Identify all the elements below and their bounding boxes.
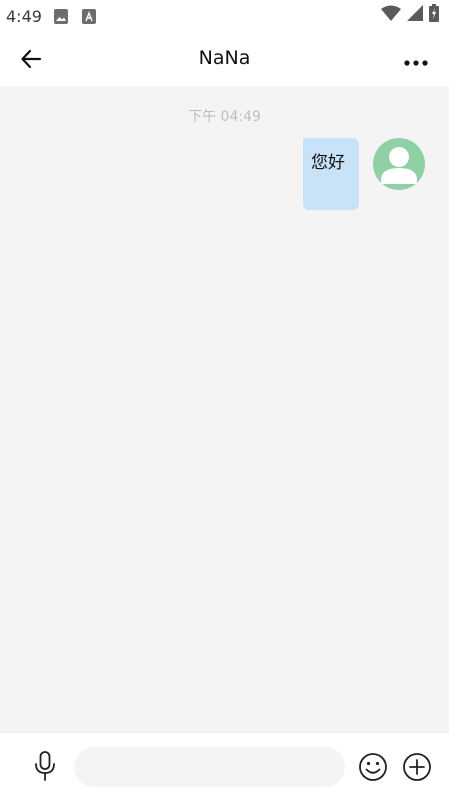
- status-right-icons: [381, 4, 439, 26]
- microphone-icon: [34, 751, 56, 785]
- battery-charging-icon: [429, 4, 439, 26]
- message-row-outgoing: 您好: [303, 138, 425, 210]
- text-notification-icon: [82, 9, 96, 24]
- page-title: NaNa: [198, 47, 251, 69]
- avatar[interactable]: [373, 138, 425, 190]
- chat-area[interactable]: 下午 04:49 您好: [0, 86, 449, 732]
- plus-circle-icon: [402, 753, 432, 786]
- user-avatar-icon: [381, 147, 417, 184]
- emoji-button[interactable]: [358, 752, 388, 782]
- wifi-icon: [381, 5, 401, 25]
- input-bar: [0, 732, 449, 800]
- status-bar: 4:49: [0, 0, 449, 34]
- image-notification-icon: [54, 9, 68, 24]
- message-timestamp: 下午 04:49: [188, 109, 261, 125]
- signal-icon: [407, 5, 423, 25]
- more-horizontal-icon: [404, 52, 428, 71]
- status-time: 4:49: [6, 7, 42, 26]
- add-attachment-button[interactable]: [402, 752, 432, 782]
- more-options-button[interactable]: [401, 46, 431, 76]
- smiley-icon: [358, 753, 388, 786]
- message-input[interactable]: [74, 747, 345, 787]
- message-bubble[interactable]: 您好: [303, 138, 359, 210]
- voice-input-button[interactable]: [30, 751, 60, 785]
- chat-header: NaNa: [0, 34, 449, 86]
